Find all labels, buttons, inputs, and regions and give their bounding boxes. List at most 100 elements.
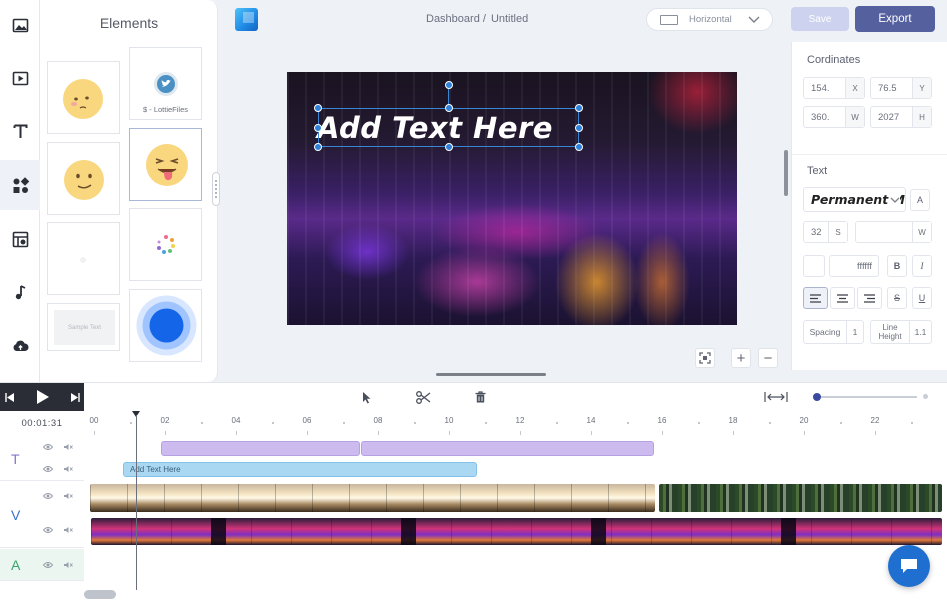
zoom-out-button[interactable]: − [758, 348, 778, 368]
font-options-button[interactable]: A [910, 189, 930, 211]
element-thumb-sample-text[interactable]: Sample Text [47, 303, 120, 351]
timeline-ruler[interactable]: 00 02 04 06 08 10 12 14 16 18 20 22 [84, 411, 947, 435]
align-center-button[interactable] [830, 287, 855, 309]
rail-item-upload[interactable] [0, 320, 40, 370]
resize-handle-right[interactable] [575, 124, 583, 132]
ruler-minor-tick [697, 422, 700, 424]
rail-item-music[interactable] [0, 267, 40, 317]
mute-icon[interactable] [63, 492, 73, 500]
eye-icon[interactable] [43, 561, 53, 569]
element-thumb-blank[interactable] [47, 222, 120, 295]
width-field[interactable]: 360. W [803, 106, 865, 128]
mute-icon[interactable] [63, 526, 73, 534]
fit-timeline-button[interactable] [764, 389, 788, 405]
mute-icon[interactable] [63, 561, 73, 569]
app-logo[interactable] [235, 8, 258, 31]
image-icon [12, 18, 28, 32]
plus-icon: + [736, 349, 746, 367]
line-height-label-line2: Height [878, 332, 902, 341]
rail-item-elements[interactable] [0, 160, 40, 210]
mute-icon[interactable] [63, 443, 73, 451]
element-thumb-blue-orb[interactable] [129, 289, 202, 362]
element-thumb-smile-emoji[interactable] [47, 142, 120, 215]
line-height-value: 1.1 [909, 321, 931, 343]
strikethrough-button[interactable]: S [887, 287, 907, 309]
y-field[interactable]: 76.5 Y [870, 77, 932, 99]
resize-handle-bottom[interactable] [445, 143, 453, 151]
sample-text-preview: Sample Text [54, 310, 115, 345]
line-height-field[interactable]: Line Height 1.1 [870, 320, 932, 344]
video-clip-forest[interactable] [659, 484, 942, 512]
select-tool-button[interactable] [359, 389, 375, 405]
text-clip[interactable]: Add Text Here [123, 462, 477, 477]
ruler-tick [94, 431, 95, 435]
rotate-handle[interactable] [445, 81, 453, 89]
mute-icon[interactable] [63, 465, 73, 473]
timeline-zoom-knob[interactable] [813, 393, 821, 401]
font-family-select[interactable]: Permanent Marker [803, 187, 906, 212]
video-icon [12, 71, 28, 85]
height-field[interactable]: 2027 H [870, 106, 932, 128]
delete-button[interactable] [472, 389, 488, 405]
video-clip-sunset[interactable] [90, 484, 655, 512]
timeline-resize-bar[interactable] [436, 373, 546, 376]
bold-button[interactable]: B [887, 255, 907, 277]
video-clip-neon-street[interactable] [91, 518, 942, 545]
resize-handle-top-left[interactable] [314, 104, 322, 112]
ruler-minor-tick [342, 422, 345, 424]
properties-scrollbar[interactable] [784, 150, 788, 196]
element-thumb-lottie-twitter[interactable]: $ - LottieFiles [129, 47, 202, 120]
x-field[interactable]: 154. X [803, 77, 865, 99]
support-chat-button[interactable] [888, 545, 930, 587]
resize-handle-bottom-right[interactable] [575, 143, 583, 151]
rail-item-videos[interactable] [0, 53, 40, 103]
font-size-field[interactable]: 32 S [803, 221, 848, 243]
orientation-select[interactable]: Horizontal [646, 8, 773, 31]
align-left-icon [810, 293, 821, 303]
eye-icon[interactable] [43, 526, 53, 534]
play-button[interactable] [18, 383, 66, 411]
text-color-swatch[interactable] [803, 255, 825, 277]
cursor-icon [363, 391, 371, 403]
resize-handle-left[interactable] [314, 124, 322, 132]
rail-item-media-library[interactable] [0, 214, 40, 264]
track-letter-video: V [11, 507, 21, 523]
eye-icon[interactable] [43, 443, 53, 451]
eye-icon[interactable] [43, 492, 53, 500]
zoom-in-button[interactable]: + [731, 348, 751, 368]
save-button[interactable]: Save [791, 7, 849, 31]
ruler-tick-label: 02 [160, 416, 170, 425]
eye-icon[interactable] [43, 465, 53, 473]
fit-screen-button[interactable] [695, 348, 715, 368]
font-weight-field[interactable]: W [855, 221, 932, 243]
timeline-horizontal-scrollbar[interactable] [84, 590, 116, 599]
ruler-minor-tick [200, 422, 203, 424]
element-clip-2[interactable] [361, 441, 654, 456]
skip-back-button[interactable] [0, 383, 18, 411]
italic-button[interactable]: I [912, 255, 932, 277]
export-button[interactable]: Export [855, 6, 935, 32]
element-thumb-loading-dots[interactable] [129, 208, 202, 281]
rail-item-images[interactable] [0, 0, 40, 50]
timeline-zoom-track[interactable] [813, 396, 917, 398]
loading-dots-icon [157, 235, 175, 254]
element-thumb-pensive-emoji[interactable] [47, 61, 120, 134]
element-clip-1[interactable] [161, 441, 360, 456]
rail-item-text[interactable] [0, 106, 40, 156]
breadcrumb-dashboard-link[interactable]: Dashboard / [426, 13, 486, 25]
properties-panel: Cordinates 154. X 76.5 Y 360. W 2027 H T… [791, 42, 947, 370]
split-tool-button[interactable] [415, 389, 431, 405]
resize-handle-top-right[interactable] [575, 104, 583, 112]
spacing-field[interactable]: Spacing 1 [803, 320, 864, 344]
panel-collapse-handle[interactable] [212, 172, 220, 206]
resize-handle-bottom-left[interactable] [314, 143, 322, 151]
canvas-text-layer[interactable]: Add Text Here [317, 109, 580, 147]
underline-button[interactable]: U [912, 287, 932, 309]
align-right-button[interactable] [857, 287, 882, 309]
current-time: 00:01:31 [21, 418, 63, 429]
skip-forward-button[interactable] [66, 383, 84, 411]
element-thumb-tongue-emoji[interactable] [129, 128, 202, 201]
text-color-hex-field[interactable]: ffffff [829, 255, 879, 277]
resize-handle-top[interactable] [445, 104, 453, 112]
align-left-button[interactable] [803, 287, 828, 309]
